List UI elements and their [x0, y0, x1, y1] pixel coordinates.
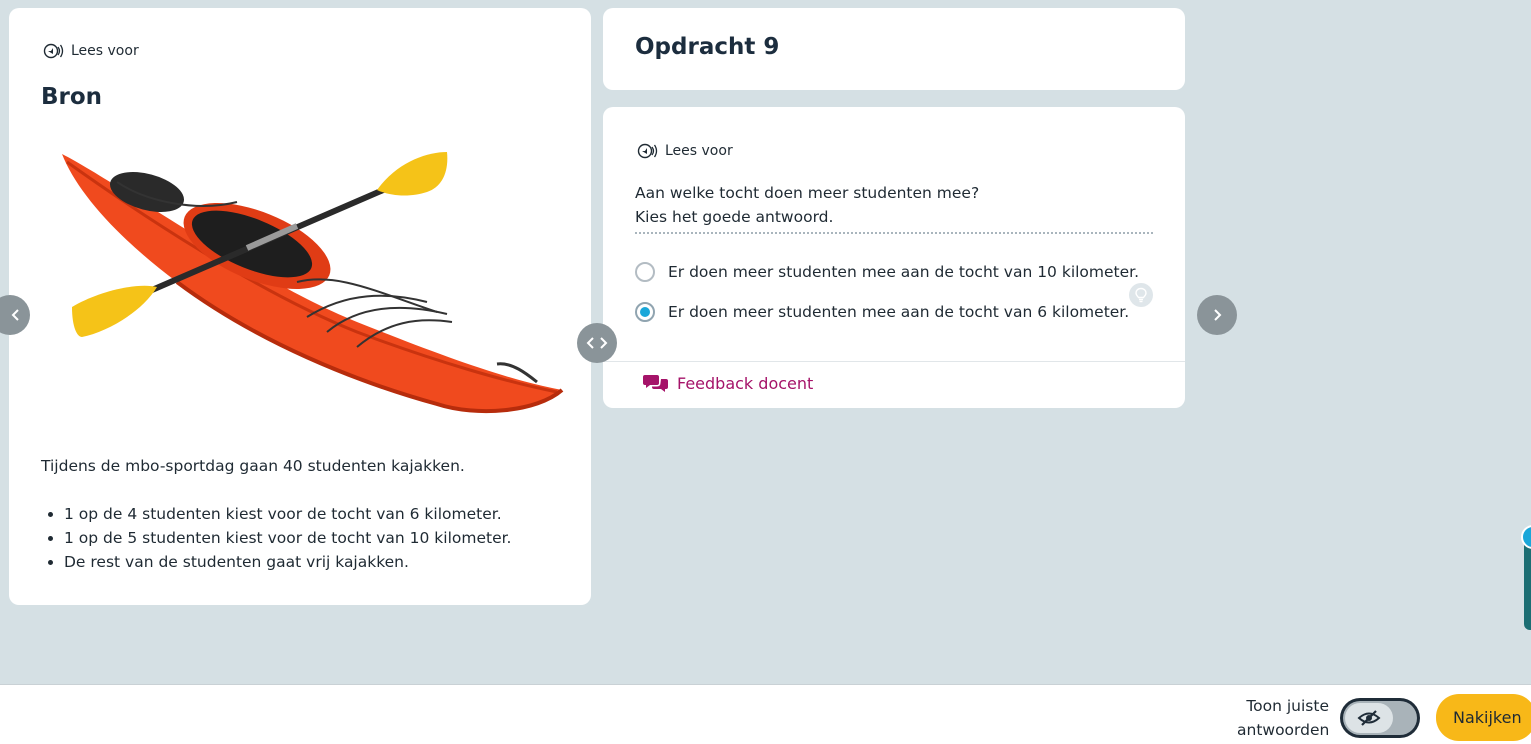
question-text: Aan welke tocht doen meer studenten mee?…	[635, 181, 979, 229]
radio-button[interactable]	[635, 262, 655, 282]
source-heading: Bron	[41, 84, 103, 110]
list-item: 1 op de 4 studenten kiest voor de tocht …	[64, 502, 512, 526]
read-aloud-button[interactable]: Lees voor	[637, 142, 733, 160]
speaker-icon	[43, 43, 64, 59]
read-aloud-label: Lees voor	[71, 43, 139, 59]
divider	[635, 232, 1153, 234]
read-aloud-button[interactable]: Lees voor	[43, 42, 139, 60]
option-label: Er doen meer studenten mee aan de tocht …	[668, 303, 1130, 321]
show-answers-label: Toon juiste antwoorden	[1237, 694, 1329, 742]
label-line: Toon juiste	[1246, 697, 1329, 715]
question-panel: Lees voor Aan welke tocht doen meer stud…	[603, 107, 1185, 408]
chevron-right-icon	[1214, 309, 1222, 321]
chevron-left-icon	[11, 309, 19, 321]
split-toggle-button[interactable]	[577, 323, 617, 363]
lightbulb-icon[interactable]	[1129, 283, 1153, 307]
divider	[603, 361, 1185, 362]
list-item: De rest van de studenten gaat vrij kajak…	[64, 550, 512, 574]
next-button[interactable]	[1197, 295, 1237, 335]
assignment-title-panel: Opdracht 9	[603, 8, 1185, 90]
chat-bubbles-icon	[643, 375, 668, 392]
answer-option-10km[interactable]: Er doen meer studenten mee aan de tocht …	[635, 262, 1139, 282]
answer-option-6km[interactable]: Er doen meer studenten mee aan de tocht …	[635, 302, 1129, 322]
page-title: Opdracht 9	[635, 34, 780, 60]
split-arrows-icon	[586, 337, 608, 349]
eye-slash-icon	[1345, 703, 1393, 733]
check-answers-button[interactable]: Nakijken	[1436, 694, 1531, 741]
instruction-line: Kies het goede antwoord.	[635, 208, 834, 226]
kayak-image	[62, 152, 564, 414]
source-panel: Lees voor Bron Tijdens de mbo-sportdag g…	[9, 8, 591, 605]
option-label: Er doen meer studenten mee aan de tocht …	[668, 263, 1140, 281]
label-line: antwoorden	[1237, 721, 1330, 739]
speaker-icon	[637, 143, 658, 159]
source-bullet-list: 1 op de 4 studenten kiest voor de tocht …	[41, 502, 512, 574]
feedback-label: Feedback docent	[677, 373, 814, 393]
radio-button-selected[interactable]	[635, 302, 655, 322]
read-aloud-label: Lees voor	[665, 143, 733, 159]
show-answers-toggle[interactable]	[1340, 698, 1420, 738]
source-intro: Tijdens de mbo-sportdag gaan 40 studente…	[41, 457, 465, 475]
list-item: 1 op de 5 studenten kiest voor de tocht …	[64, 526, 512, 550]
feedback-teacher-button[interactable]: Feedback docent	[643, 373, 813, 393]
question-line: Aan welke tocht doen meer studenten mee?	[635, 184, 980, 202]
notification-badge: !	[1521, 525, 1531, 549]
